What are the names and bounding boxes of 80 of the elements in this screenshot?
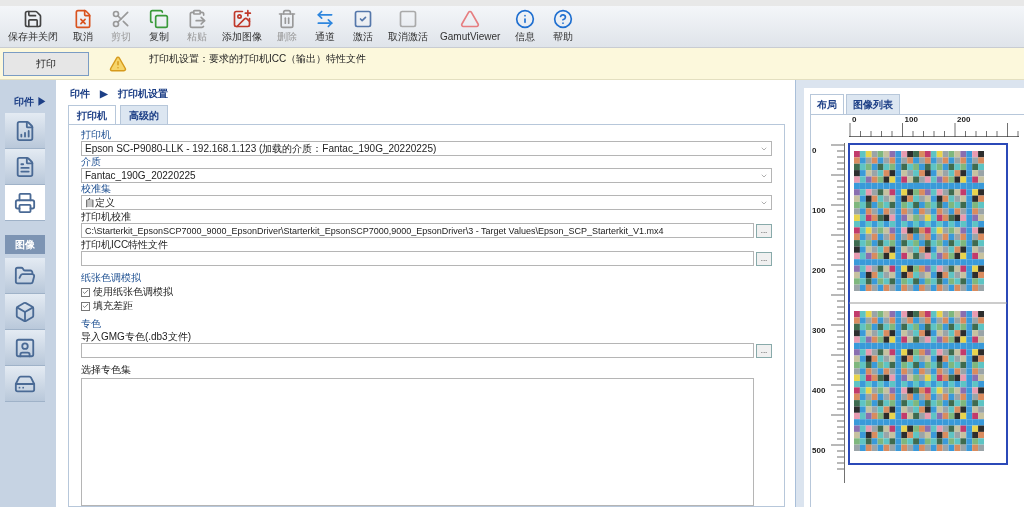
- field-label: 打印机: [81, 129, 112, 141]
- sidebar-heading: 图像: [5, 235, 45, 254]
- empty-checkbox-icon: [398, 9, 418, 29]
- ruler-label: 300: [812, 327, 826, 335]
- clipboard-icon: [187, 9, 207, 29]
- toolbar-button[interactable]: GamutViewer: [436, 9, 505, 44]
- ruler-label: 400: [812, 387, 826, 395]
- toolbar-button[interactable]: 添加图像: [218, 9, 266, 44]
- sidebar-heading: 印件 ▶: [13, 95, 48, 109]
- triangle-icon: [460, 9, 481, 29]
- swap-arrows-icon: [315, 9, 335, 29]
- browse-button[interactable]: ...: [756, 223, 772, 238]
- cube-icon: [14, 300, 36, 323]
- toolbar-button[interactable]: 保存并关闭: [4, 9, 62, 44]
- sidebar-item[interactable]: [5, 185, 45, 221]
- tab[interactable]: 高级的: [120, 105, 168, 125]
- section-heading: 专色: [81, 318, 102, 330]
- sidebar-item[interactable]: [5, 366, 45, 402]
- sidebar-item[interactable]: [5, 149, 45, 185]
- document-cross-icon: [73, 9, 93, 29]
- dropdown[interactable]: 自定义: [81, 195, 772, 210]
- toolbar-button[interactable]: 取消: [66, 9, 100, 44]
- dropdown[interactable]: Epson SC-P9080-LLK - 192.168.1.123 (加载的介质：Fantac_190G_20220225): [81, 141, 772, 156]
- trash-icon: [277, 9, 297, 29]
- folder-icon: [14, 264, 36, 287]
- dropdown[interactable]: Fantac_190G_20220225: [81, 168, 772, 183]
- ruler-label: 200: [812, 267, 826, 275]
- field-label: 打印机校准: [81, 211, 132, 223]
- toolbar-button[interactable]: 通道: [308, 9, 342, 44]
- page-icon: [14, 155, 36, 178]
- printer-icon: [14, 191, 36, 214]
- warning-icon: [109, 54, 127, 73]
- browse-button[interactable]: ...: [756, 251, 772, 266]
- sidebar-item[interactable]: [5, 294, 45, 330]
- path-field[interactable]: [81, 343, 754, 358]
- checkbox-label: 使用纸张色调模拟: [93, 286, 173, 298]
- toolbar-button[interactable]: 复制: [142, 9, 176, 44]
- tab[interactable]: 打印机: [68, 105, 116, 125]
- checkbox[interactable]: [81, 301, 90, 311]
- tab[interactable]: 布局: [810, 94, 844, 114]
- field-label: 导入GMG专色(.db3文件): [81, 331, 192, 343]
- path-field[interactable]: C:\Starterkit_EpsonSCP7000_9000_EpsonDriver\Starterkit_EpsonSCP7000,9000_EpsonDriver\3 - Target Values\Epson_SCP_Starterkit_V1.mx4: [81, 223, 754, 238]
- ruler-label: 500: [812, 447, 826, 455]
- field-label: 校准集: [81, 183, 112, 195]
- checkbox[interactable]: [81, 287, 90, 297]
- print-button[interactable]: 打印: [3, 51, 89, 76]
- field-label: 选择专色集: [81, 364, 132, 376]
- toolbar-button[interactable]: 帮助: [546, 9, 581, 44]
- warning-message: 打印机设置：要求的打印机ICC（输出）特性文件: [149, 52, 367, 66]
- help-icon: [553, 9, 574, 29]
- browse-button[interactable]: ...: [756, 343, 772, 358]
- sidebar-item[interactable]: [5, 258, 45, 294]
- ruler-label: 100: [812, 207, 826, 215]
- portrait-icon: [14, 336, 36, 359]
- info-icon: [515, 9, 536, 29]
- field-label: 介质: [81, 156, 102, 168]
- save-icon: [23, 9, 43, 29]
- toolbar-button[interactable]: 取消激活: [384, 9, 432, 44]
- toolbar-button[interactable]: 激活: [346, 9, 380, 44]
- tab[interactable]: 图像列表: [846, 94, 900, 114]
- ruler-label: 0: [852, 116, 857, 124]
- ruler-label: 200: [957, 116, 971, 124]
- copy-icon: [149, 9, 169, 29]
- ruler-label: 0: [812, 147, 817, 155]
- breadcrumb-separator: ▶: [100, 87, 108, 101]
- toolbar-button[interactable]: 信息: [508, 9, 543, 44]
- breadcrumb-item: 打印机设置: [118, 87, 168, 101]
- breadcrumb-item: 印件: [70, 87, 90, 101]
- checkbox-icon: [353, 9, 373, 29]
- sidebar-item[interactable]: [5, 330, 45, 366]
- chart-page-icon: [14, 119, 36, 142]
- image-plus-icon: [232, 9, 252, 29]
- sidebar-item[interactable]: [5, 113, 45, 149]
- checkbox-label: 填充差距: [93, 300, 133, 312]
- scissors-icon: [111, 9, 131, 29]
- field-label: 打印机ICC特性文件: [81, 239, 170, 251]
- spot-color-list[interactable]: [81, 378, 754, 506]
- ruler-label: 100: [904, 116, 918, 124]
- section-heading: 纸张色调模拟: [81, 272, 142, 284]
- path-field[interactable]: [81, 251, 754, 266]
